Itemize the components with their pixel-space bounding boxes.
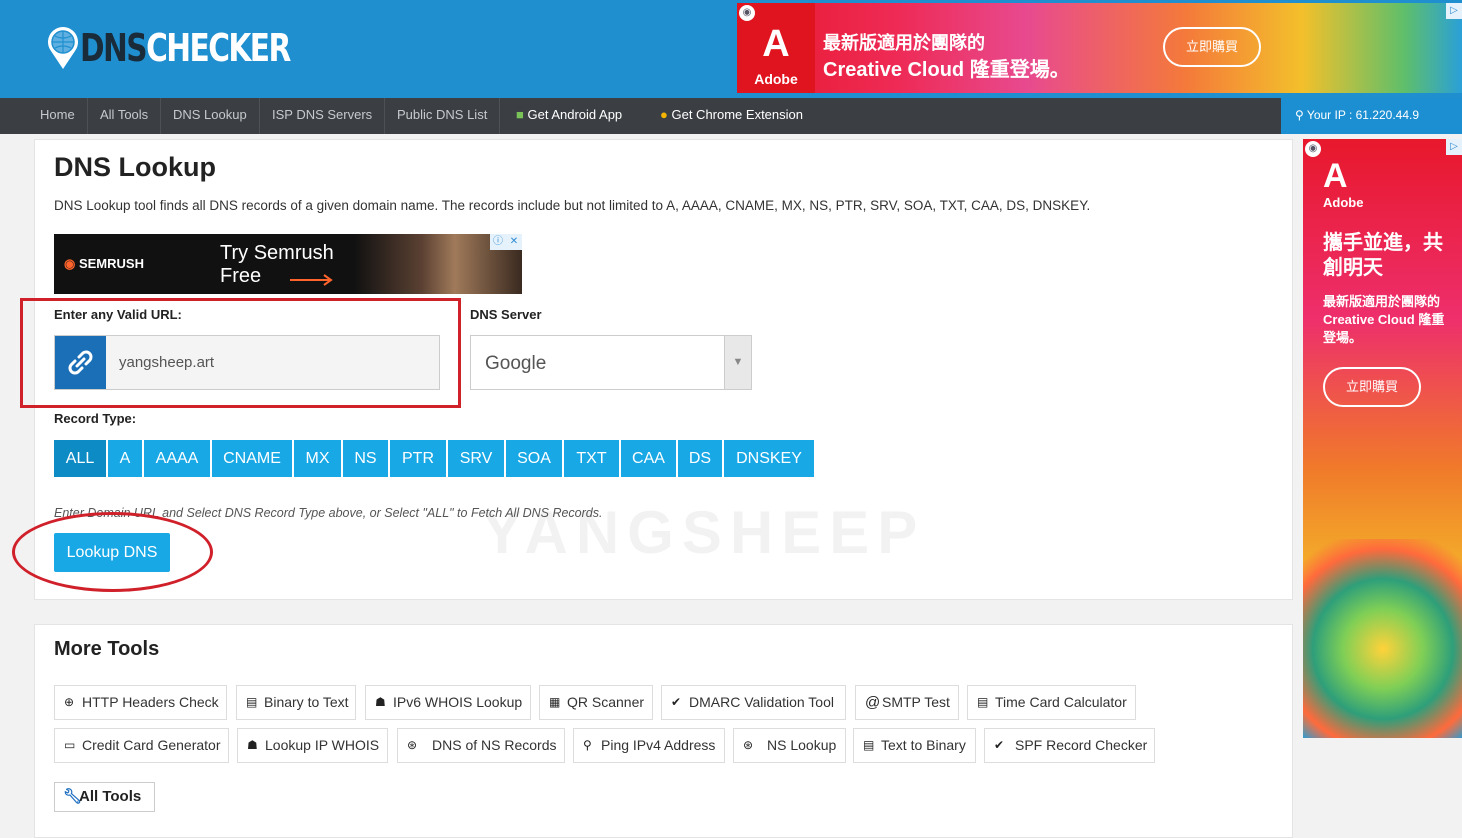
record-type-ptr[interactable]: PTR xyxy=(390,440,446,477)
semrush-ad[interactable]: ◉ SEMRUSH Try Semrush Free ⓘ ✕ xyxy=(54,234,522,294)
check-circle-icon: ✔ xyxy=(994,738,1005,752)
document-icon: ▤ xyxy=(246,695,258,709)
record-type-mx[interactable]: MX xyxy=(294,440,341,477)
wrench-icon: 🔧︎ xyxy=(63,788,83,805)
dns-server-select[interactable]: Google ▼ xyxy=(470,335,752,390)
ad-privacy-icon[interactable]: ◉ xyxy=(739,5,755,21)
tool-description: DNS Lookup tool finds all DNS records of… xyxy=(54,198,1091,213)
globe-icon: ⊕ xyxy=(64,695,75,709)
tool-qr-scanner[interactable]: ▦ QR Scanner xyxy=(539,685,653,720)
dns-icon: ⊛ xyxy=(407,738,418,752)
record-type-ds[interactable]: DS xyxy=(678,440,722,477)
nav-isp-dns-servers[interactable]: ISP DNS Servers xyxy=(260,98,386,134)
ad-choices-icon[interactable]: ▷ xyxy=(1446,139,1462,155)
tool-credit-card-generator[interactable]: ▭ Credit Card Generator xyxy=(54,728,229,763)
side-ad-headline: 攜手並進，共創明天 xyxy=(1323,232,1443,279)
nav-dns-lookup[interactable]: DNS Lookup xyxy=(161,98,260,134)
annotation-highlight-box xyxy=(20,298,461,408)
nav-home[interactable]: Home xyxy=(28,98,88,134)
ad-buy-button[interactable]: 立即購買 xyxy=(1163,27,1261,67)
document-icon: ▤ xyxy=(863,738,875,752)
location-pin-icon: ⚲ xyxy=(1295,108,1304,122)
side-ad-buy-button[interactable]: 立即購買 xyxy=(1323,367,1421,407)
main-nav: Home All Tools DNS Lookup ISP DNS Server… xyxy=(0,98,1462,134)
record-type-srv[interactable]: SRV xyxy=(448,440,504,477)
nav-get-chrome-extension[interactable]: ● Get Chrome Extension xyxy=(648,98,815,134)
ad-line-1: 最新版適用於團隊的 xyxy=(823,33,985,53)
nav-all-tools[interactable]: All Tools xyxy=(88,98,162,134)
map-pin-icon: ⚲ xyxy=(583,738,592,752)
side-ad-subtext: 最新版適用於團隊的 Creative Cloud 隆重登場。 xyxy=(1323,294,1445,345)
spy-icon: ☗ xyxy=(375,695,386,709)
record-type-caa[interactable]: CAA xyxy=(621,440,676,477)
record-type-soa[interactable]: SOA xyxy=(506,440,562,477)
record-type-cname[interactable]: CNAME xyxy=(212,440,292,477)
tool-http-headers-check[interactable]: ⊕ HTTP Headers Check xyxy=(54,685,227,720)
tool-ns-lookup[interactable]: ⊛ NS Lookup xyxy=(733,728,846,763)
ad-artwork xyxy=(1303,539,1462,738)
record-type-aaaa[interactable]: AAAA xyxy=(144,440,210,477)
all-tools-button[interactable]: 🔧︎ All Tools xyxy=(54,782,155,812)
more-tools-title: More Tools xyxy=(54,638,160,660)
tool-dmarc-validation[interactable]: ✔ DMARC Validation Tool xyxy=(661,685,846,720)
record-type-dnskey[interactable]: DNSKEY xyxy=(724,440,814,477)
side-banner-ad[interactable]: A Adobe 攜手並進，共創明天 最新版適用於團隊的 Creative Clo… xyxy=(1303,139,1462,738)
tool-smtp-test[interactable]: @ SMTP Test xyxy=(855,685,959,720)
chrome-icon: ● xyxy=(660,107,668,122)
record-type-a[interactable]: A xyxy=(108,440,142,477)
calendar-icon: ▤ xyxy=(977,695,989,709)
dns-icon: ⊛ xyxy=(743,738,754,752)
tool-ipv6-whois-lookup[interactable]: ☗ IPv6 WHOIS Lookup xyxy=(365,685,531,720)
tool-ping-ipv4-address[interactable]: ⚲ Ping IPv4 Address xyxy=(573,728,725,763)
logo-wordmark: DNSCHECKER xyxy=(80,26,291,70)
tool-spf-record-checker[interactable]: ✔ SPF Record Checker xyxy=(984,728,1155,763)
top-banner-ad[interactable]: A Adobe 最新版適用於團隊的 Creative Cloud 隆重登場。 立… xyxy=(737,3,1462,93)
dnschecker-logo[interactable]: DNSCHECKER xyxy=(46,22,349,74)
record-type-ns[interactable]: NS xyxy=(343,440,388,477)
dns-server-label: DNS Server xyxy=(470,307,542,322)
chevron-down-icon: ▼ xyxy=(724,336,751,389)
record-type-label: Record Type: xyxy=(54,411,137,426)
credit-card-icon: ▭ xyxy=(64,738,76,752)
nav-get-android-app[interactable]: ■ Get Android App xyxy=(504,98,634,134)
check-circle-icon: ✔ xyxy=(671,695,682,709)
tool-time-card-calculator[interactable]: ▤ Time Card Calculator xyxy=(967,685,1136,720)
spy-icon: ☗ xyxy=(247,738,258,752)
ad-privacy-icon[interactable]: ◉ xyxy=(1305,141,1321,157)
tool-dns-of-ns-records[interactable]: ⊛ DNS of NS Records xyxy=(397,728,565,763)
ad-info-icon[interactable]: ⓘ xyxy=(490,234,506,250)
your-ip-display: ⚲ Your IP : 61.220.44.9 xyxy=(1281,98,1462,134)
at-icon: @ xyxy=(865,694,881,711)
globe-pin-icon xyxy=(46,25,80,71)
record-type-txt[interactable]: TXT xyxy=(564,440,619,477)
tool-text-to-binary[interactable]: ▤ Text to Binary xyxy=(853,728,976,763)
ad-close-icon[interactable]: ✕ xyxy=(506,234,522,250)
record-type-all[interactable]: ALL xyxy=(54,440,106,477)
semrush-logo: ◉ SEMRUSH xyxy=(64,256,144,271)
arrow-right-icon xyxy=(290,274,333,286)
tool-lookup-ip-whois[interactable]: ☗ Lookup IP WHOIS xyxy=(237,728,388,763)
page-title: DNS Lookup xyxy=(54,152,216,182)
annotation-highlight-oval xyxy=(12,512,213,592)
adobe-a-icon: A xyxy=(1323,157,1348,195)
site-header: DNSCHECKER A Adobe 最新版適用於團隊的 Creative Cl… xyxy=(0,0,1462,98)
ad-choices-icon[interactable]: ▷ xyxy=(1446,3,1462,19)
nav-public-dns-list[interactable]: Public DNS List xyxy=(385,98,501,134)
ad-line-2: Creative Cloud 隆重登場。 xyxy=(823,59,1070,81)
android-icon: ■ xyxy=(516,107,524,122)
qr-icon: ▦ xyxy=(549,695,561,709)
tool-binary-to-text[interactable]: ▤ Binary to Text xyxy=(236,685,356,720)
